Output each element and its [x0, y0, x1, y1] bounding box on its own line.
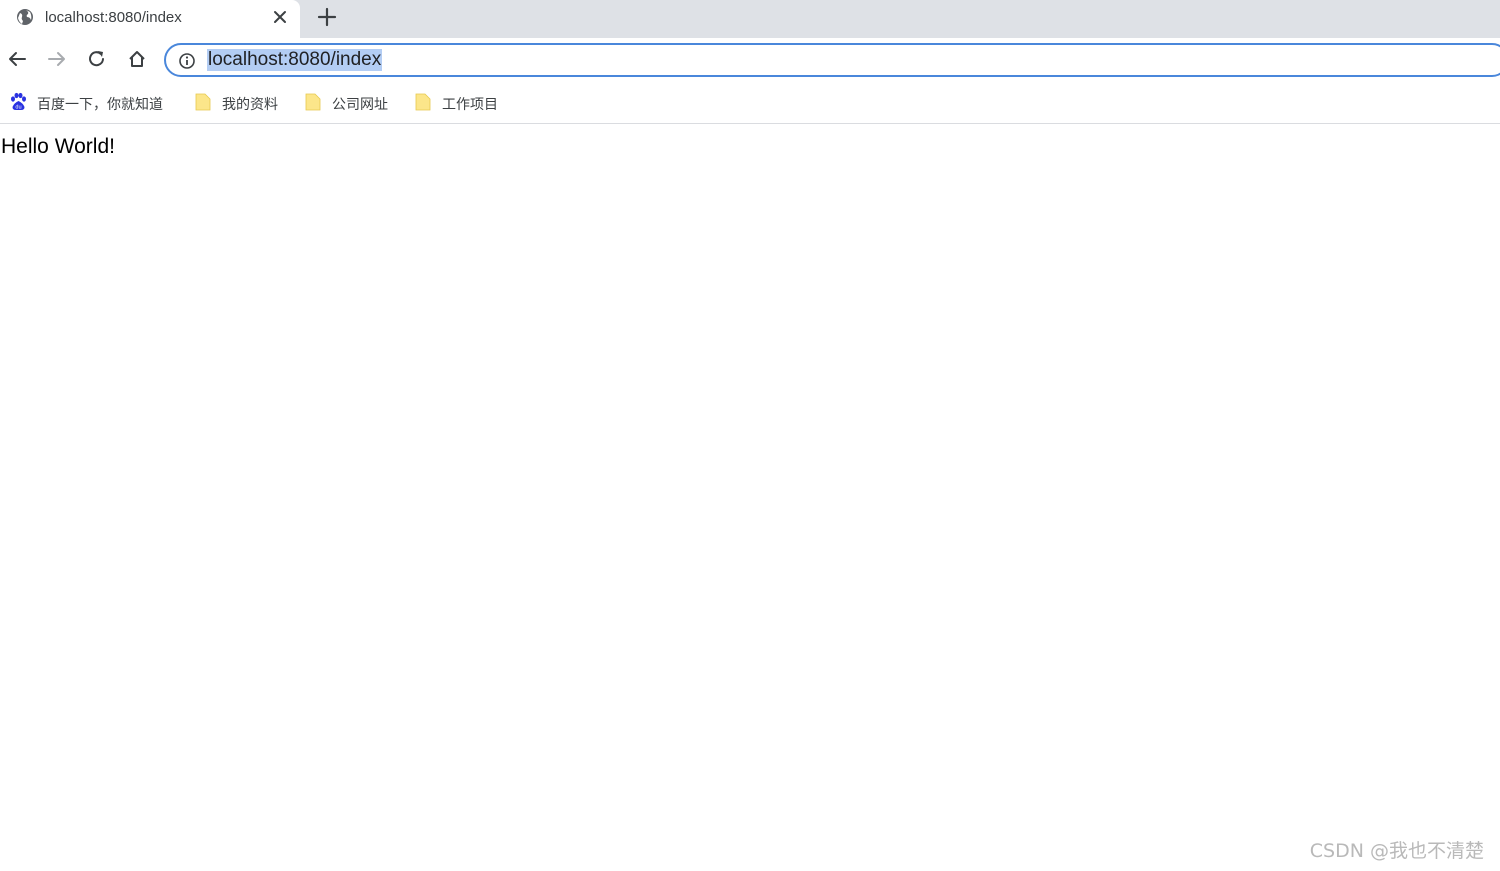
- bookmark-label: 百度一下，你就知道: [37, 96, 163, 112]
- folder-icon: [304, 92, 322, 112]
- address-bar[interactable]: localhost:8080/index: [164, 43, 1500, 77]
- bookmarks-bar: du 百度一下，你就知道 我的资料 公司网址 工作项目: [0, 84, 1500, 124]
- back-arrow-icon[interactable]: [6, 48, 28, 70]
- hello-text: Hello World!: [1, 135, 115, 158]
- home-icon[interactable]: [126, 48, 148, 70]
- bookmark-label: 公司网址: [332, 96, 388, 112]
- info-icon[interactable]: [178, 52, 196, 70]
- page-content: Hello World! CSDN @我也不清楚: [0, 124, 1500, 871]
- browser-toolbar: localhost:8080/index: [0, 38, 1500, 84]
- bookmark-label: 我的资料: [222, 96, 278, 112]
- baidu-paw-icon: du: [9, 92, 27, 112]
- folder-icon: [194, 92, 212, 112]
- svg-text:du: du: [15, 105, 21, 111]
- url-text[interactable]: localhost:8080/index: [207, 49, 383, 71]
- csdn-watermark: CSDN @我也不清楚: [1309, 840, 1484, 862]
- folder-icon: [414, 92, 432, 112]
- bookmark-label: 工作项目: [442, 96, 498, 112]
- browser-tab[interactable]: localhost:8080/index: [0, 0, 300, 38]
- tab-strip: localhost:8080/index: [0, 0, 1500, 38]
- new-tab-plus-icon[interactable]: [316, 6, 338, 28]
- forward-arrow-icon[interactable]: [46, 48, 68, 70]
- tab-title: localhost:8080/index: [45, 9, 182, 26]
- close-tab-icon[interactable]: [270, 7, 290, 27]
- globe-icon: [16, 8, 34, 26]
- reload-icon[interactable]: [86, 48, 108, 70]
